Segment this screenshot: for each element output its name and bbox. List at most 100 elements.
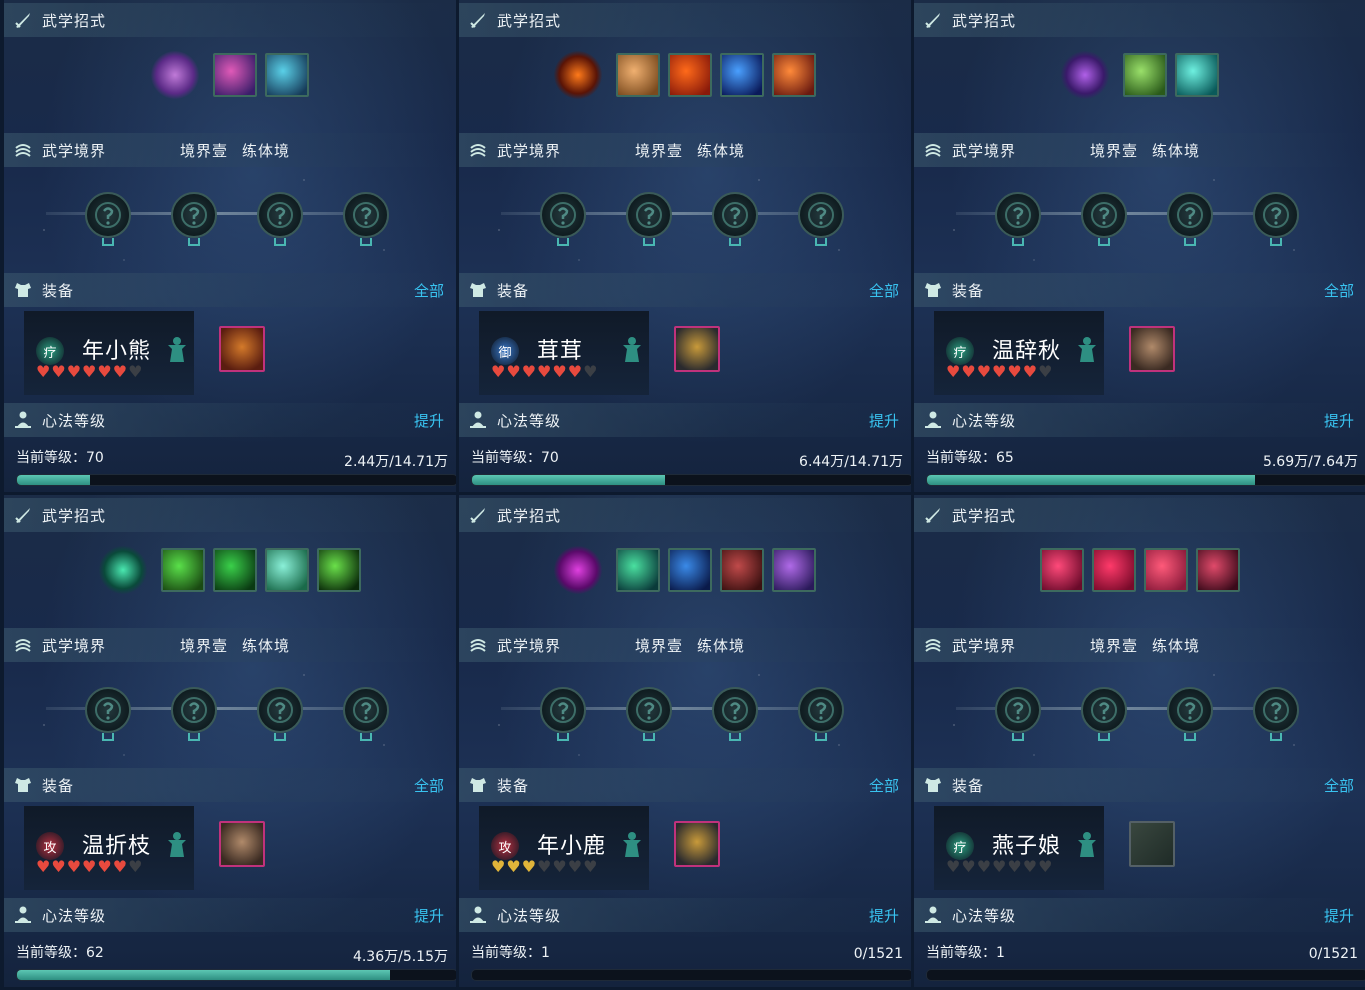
red-figure-skill-icon[interactable] [1196,548,1240,592]
green-star-skill-icon[interactable] [616,548,660,592]
green-aura-skill-icon[interactable] [99,546,147,594]
pink-dancer-skill-icon[interactable] [213,53,257,97]
character-silhouette-icon [621,335,643,363]
red-slash-skill-icon[interactable] [1092,548,1136,592]
level-prefix: 当前等级： [16,945,86,961]
realm-locked-node-icon[interactable] [1253,192,1299,238]
equip-title: 装备 [42,776,75,795]
purple-cone-skill-icon[interactable] [151,51,199,99]
realm-locked-node-icon[interactable] [626,192,672,238]
realm-header: 武学境界 境界壹 练体境 [914,628,1365,662]
realm-node-marker [1012,733,1024,741]
realm-title: 武学境界 [497,141,562,160]
empty-armor-slot-icon[interactable] [1129,821,1175,867]
character-card[interactable]: 攻 温折枝 ♥ ♥ ♥ ♥ ♥ ♥ ♥ [24,806,194,890]
level-value: 1 [541,945,550,961]
equip-title: 装备 [42,281,75,300]
mind-header: 心法等级 提升 [914,898,1365,932]
realm-locked-node-icon[interactable] [257,192,303,238]
realm-node-marker [1270,733,1282,741]
meditation-icon [12,904,34,926]
robe-armor-icon[interactable] [1129,326,1175,372]
yin-yang-skill-icon[interactable] [317,548,361,592]
character-card[interactable]: 御 茸茸 ♥ ♥ ♥ ♥ ♥ ♥ ♥ [479,311,649,395]
equip-all-link[interactable]: 全部 [414,280,444,301]
gold-armor-icon[interactable] [674,821,720,867]
character-card[interactable]: 疗 年小熊 ♥ ♥ ♥ ♥ ♥ ♥ ♥ [24,311,194,395]
character-card[interactable]: 疗 燕子娘 ♥ ♥ ♥ ♥ ♥ ♥ ♥ [934,806,1104,890]
realm-locked-node-icon[interactable] [171,192,217,238]
realm-locked-node-icon[interactable] [1253,687,1299,733]
magenta-sigil-skill-icon[interactable] [554,546,602,594]
orange-armor-icon[interactable] [219,326,265,372]
upgrade-link[interactable]: 提升 [869,905,899,926]
realm-locked-node-icon[interactable] [798,687,844,733]
realm-locked-node-icon[interactable] [343,687,389,733]
level-prefix: 当前等级： [16,450,86,466]
violet-figure-skill-icon[interactable] [1061,51,1109,99]
fire-burst-skill-icon[interactable] [668,53,712,97]
realm-locked-node-icon[interactable] [712,192,758,238]
realm-locked-node-icon[interactable] [1167,192,1213,238]
fire-swirl-skill-icon[interactable] [772,53,816,97]
realm-header: 武学境界 境界壹 练体境 [459,133,911,167]
robe-armor-icon[interactable] [219,821,265,867]
realm-locked-node-icon[interactable] [626,687,672,733]
realm-locked-node-icon[interactable] [85,687,131,733]
purple-dancer-skill-icon[interactable] [772,548,816,592]
heart-filled-icon: ♥ [946,362,961,381]
realm-node-marker [815,733,827,741]
upgrade-link[interactable]: 提升 [1324,905,1354,926]
upgrade-link[interactable]: 提升 [414,905,444,926]
dark-armor-icon[interactable] [674,326,720,372]
character-name: 温折枝 [82,834,152,859]
cyan-spiral-skill-icon[interactable] [1175,53,1219,97]
upgrade-link[interactable]: 提升 [1324,410,1354,431]
crimson-dragon-skill-icon[interactable] [720,548,764,592]
character-card[interactable]: 疗 温辞秋 ♥ ♥ ♥ ♥ ♥ ♥ ♥ [934,311,1104,395]
equip-header: 装备 全部 [914,768,1365,802]
realm-locked-node-icon[interactable] [995,687,1041,733]
realm-locked-node-icon[interactable] [1081,192,1127,238]
upgrade-link[interactable]: 提升 [869,410,899,431]
red-claw-skill-icon[interactable] [1040,548,1084,592]
equip-all-link[interactable]: 全部 [1324,280,1354,301]
sword-icon [467,9,489,31]
swirl-icon [467,634,489,656]
realm-locked-node-icon[interactable] [540,687,586,733]
realm-stage: 练体境 [242,636,291,655]
realm-locked-node-icon[interactable] [798,192,844,238]
green-ring-skill-icon[interactable] [265,548,309,592]
heart-rating: ♥ ♥ ♥ ♥ ♥ ♥ ♥ [36,363,142,381]
green-slash-skill-icon[interactable] [161,548,205,592]
fire-figure-skill-icon[interactable] [554,51,602,99]
equip-all-link[interactable]: 全部 [1324,775,1354,796]
green-leaf-skill-icon[interactable] [213,548,257,592]
exp-value: 5.69万/7.64万 [1262,454,1358,470]
character-card[interactable]: 攻 年小鹿 ♥ ♥ ♥ ♥ ♥ ♥ ♥ [479,806,649,890]
equip-all-link[interactable]: 全部 [869,280,899,301]
equip-all-link[interactable]: 全部 [414,775,444,796]
realm-locked-node-icon[interactable] [257,687,303,733]
blue-crescent-skill-icon[interactable] [720,53,764,97]
golden-face-skill-icon[interactable] [616,53,660,97]
level-value: 65 [996,450,1014,466]
realm-locked-node-icon[interactable] [540,192,586,238]
teal-fan-skill-icon[interactable] [265,53,309,97]
equip-all-link[interactable]: 全部 [869,775,899,796]
realm-locked-node-icon[interactable] [171,687,217,733]
skills-title: 武学招式 [497,506,562,525]
blue-serpent-skill-icon[interactable] [668,548,712,592]
rose-skill-icon[interactable] [1144,548,1188,592]
mind-title: 心法等级 [497,906,562,925]
realm-locked-node-icon[interactable] [1081,687,1127,733]
realm-locked-node-icon[interactable] [1167,687,1213,733]
upgrade-link[interactable]: 提升 [414,410,444,431]
realm-locked-node-icon[interactable] [343,192,389,238]
realm-locked-node-icon[interactable] [85,192,131,238]
green-hands-skill-icon[interactable] [1123,53,1167,97]
heart-empty-icon: ♥ [1038,362,1053,381]
realm-locked-node-icon[interactable] [995,192,1041,238]
realm-locked-node-icon[interactable] [712,687,758,733]
exp-progress-bar [16,969,456,981]
